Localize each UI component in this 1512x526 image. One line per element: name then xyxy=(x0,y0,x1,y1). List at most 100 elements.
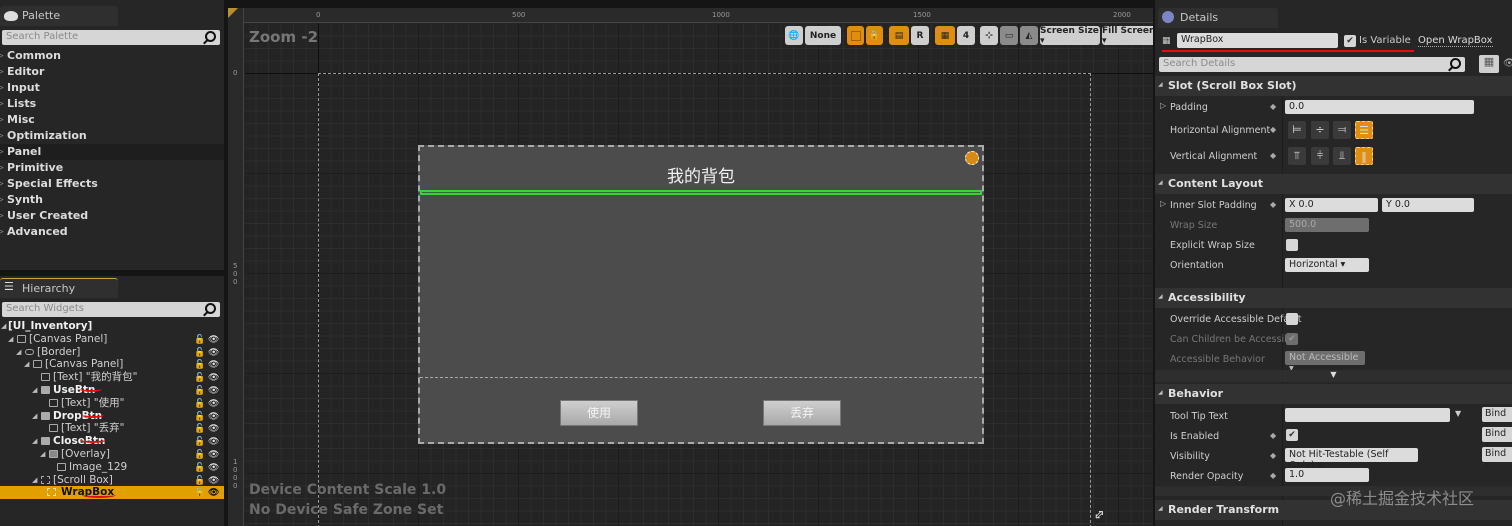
designer-viewport[interactable]: 0 500 1000 1500 2000 0 500 1000 Zoom -2 … xyxy=(228,8,1153,526)
reset-icon[interactable]: ◆ xyxy=(1270,200,1276,209)
palette-category-common[interactable]: Common xyxy=(0,48,224,64)
valign-top-icon[interactable]: ⫪ xyxy=(1288,147,1306,165)
palette-search-input[interactable]: Search Palette xyxy=(2,30,220,45)
visibility-filter-icon[interactable]: 👁 xyxy=(1503,58,1512,69)
palette-category-synth[interactable]: Synth xyxy=(0,192,224,208)
expand-arrow-icon[interactable]: ◢ xyxy=(40,448,45,461)
fit-zoom-icon[interactable]: ⊹ xyxy=(980,26,998,45)
fill-screen-dropdown[interactable]: Fill Screen xyxy=(1102,26,1153,45)
is-enabled-checkbox[interactable]: ✔ xyxy=(1286,429,1298,441)
tree-node-use-btn[interactable]: ◢ UseBtn 🔓 👁 xyxy=(0,384,224,397)
tree-node-drop-btn[interactable]: ◢ DropBtn 🔓 👁 xyxy=(0,410,224,423)
palette-category-optimization[interactable]: Optimization xyxy=(0,128,224,144)
hierarchy-tab[interactable]: ☰ Hierarchy xyxy=(0,278,118,298)
reset-icon[interactable]: ◆ xyxy=(1270,451,1276,460)
hierarchy-search-input[interactable]: Search Widgets xyxy=(2,302,220,317)
inner-slot-padding-x-input[interactable]: X 0.0 xyxy=(1285,198,1378,212)
tree-node-scroll-box[interactable]: ◢ [Scroll Box] 🔓 👁 xyxy=(0,474,224,487)
valign-bottom-icon[interactable]: ⫫ xyxy=(1333,147,1351,165)
localization-preview-dropdown[interactable]: None xyxy=(805,26,841,45)
section-accessibility[interactable]: Accessibility xyxy=(1155,288,1512,308)
palette-category-primitive[interactable]: Primitive xyxy=(0,160,224,176)
section-slot[interactable]: Slot (Scroll Box Slot) xyxy=(1155,76,1512,96)
grid-snap-icon[interactable]: ▦ xyxy=(935,26,955,45)
screen-size-dropdown[interactable]: Screen Size xyxy=(1040,26,1100,45)
tree-node-image[interactable]: Image_129 🔓 👁 xyxy=(0,461,224,474)
tree-node-drop-text[interactable]: [Text] "丢弃" 🔓 👁 xyxy=(0,422,224,435)
palette-category-panel[interactable]: Panel xyxy=(0,144,224,160)
details-search-input[interactable]: Search Details xyxy=(1159,57,1465,72)
padding-input[interactable]: 0.0 xyxy=(1285,100,1474,114)
tree-node-title-text[interactable]: [Text] "我的背包" 🔓 👁 xyxy=(0,371,224,384)
halign-fill-icon[interactable]: ☰ xyxy=(1355,121,1373,139)
palette-category-special-effects[interactable]: Special Effects xyxy=(0,176,224,192)
section-behavior[interactable]: Behavior xyxy=(1155,384,1512,404)
reset-icon[interactable]: ◆ xyxy=(1270,125,1276,134)
tree-node-use-text[interactable]: [Text] "使用" 🔓 👁 xyxy=(0,397,224,410)
palette-category-input[interactable]: Input xyxy=(0,80,224,96)
eye-icon[interactable]: 👁 xyxy=(208,487,219,500)
property-matrix-icon[interactable]: ▦ xyxy=(1479,55,1499,73)
palette-category-misc[interactable]: Misc xyxy=(0,112,224,128)
inventory-widget-preview[interactable]: 我的背包 使用 丢弃 xyxy=(418,145,984,444)
open-wrapbox-link[interactable]: Open WrapBox xyxy=(1418,35,1493,47)
reset-icon[interactable]: ◆ xyxy=(1270,151,1276,160)
grid-snap-value-dropdown[interactable]: 4 xyxy=(957,26,975,45)
inventory-title-text[interactable]: 我的背包 xyxy=(420,162,982,187)
is-enabled-bind-button[interactable]: Bind xyxy=(1482,427,1512,450)
palette-category-lists[interactable]: Lists xyxy=(0,96,224,112)
expand-arrow-icon[interactable]: ◢ xyxy=(32,384,37,397)
valign-center-icon[interactable]: ⫩ xyxy=(1311,147,1329,165)
reset-icon[interactable]: ◆ xyxy=(1270,431,1276,440)
tooltip-dropdown-icon[interactable]: ▼ xyxy=(1455,409,1461,418)
tree-node-close-btn[interactable]: ◢ CloseBtn 🔓 👁 xyxy=(0,435,224,448)
expand-arrow-icon[interactable]: ▷ xyxy=(1160,101,1166,110)
tree-node-inner-canvas-panel[interactable]: ◢ [Canvas Panel] 🔓 👁 xyxy=(0,358,224,371)
expand-advanced-icon[interactable]: ▼ xyxy=(1155,370,1512,382)
halign-center-icon[interactable]: ÷ xyxy=(1311,121,1329,139)
tooltip-text-input[interactable] xyxy=(1285,408,1450,422)
section-content-layout[interactable]: Content Layout xyxy=(1155,174,1512,194)
close-button[interactable] xyxy=(965,151,979,165)
halign-left-icon[interactable]: ⊨ xyxy=(1288,121,1306,139)
tree-node-ui-inventory[interactable]: ◢ [UI_Inventory] xyxy=(0,320,224,333)
override-accessible-default-checkbox[interactable] xyxy=(1286,313,1298,325)
use-button[interactable]: 使用 xyxy=(560,400,638,426)
flip-icon[interactable]: ◭ xyxy=(1020,26,1038,45)
unlock-icon[interactable]: 🔓 xyxy=(194,487,205,500)
explicit-wrap-size-checkbox[interactable] xyxy=(1286,239,1298,251)
wrap-box-selected[interactable] xyxy=(420,190,982,195)
palette-category-advanced[interactable]: Advanced xyxy=(0,224,224,240)
respect-locks-button[interactable]: R xyxy=(911,26,929,45)
expand-arrow-icon[interactable]: ◢ xyxy=(32,435,37,448)
reset-icon[interactable]: ◆ xyxy=(1270,471,1276,480)
valign-fill-icon[interactable]: ‖ xyxy=(1355,147,1373,165)
outline-toggle-icon[interactable] xyxy=(847,26,864,45)
reset-icon[interactable]: ◆ xyxy=(1270,102,1276,111)
visibility-bind-button[interactable]: Bind xyxy=(1482,447,1512,470)
widget-name-input[interactable]: WrapBox xyxy=(1177,33,1338,48)
is-variable-checkbox[interactable]: ✔ xyxy=(1344,35,1356,47)
expand-arrow-icon[interactable]: ◢ xyxy=(24,358,29,371)
expand-arrow-icon[interactable]: ◢ xyxy=(8,333,13,346)
palette-category-editor[interactable]: Editor xyxy=(0,64,224,80)
palette-tab[interactable]: Palette xyxy=(0,6,118,26)
lock-icon[interactable]: 🔒 xyxy=(866,26,883,45)
tooltip-bind-button[interactable]: Bind xyxy=(1482,407,1512,430)
orientation-dropdown[interactable]: Horizontal xyxy=(1285,258,1369,272)
details-tab[interactable]: Details xyxy=(1158,8,1278,28)
expand-arrow-icon[interactable]: ◢ xyxy=(16,346,21,359)
expand-arrow-icon[interactable]: ▷ xyxy=(1160,199,1166,208)
expand-arrow-icon[interactable]: ◢ xyxy=(32,474,37,487)
visibility-dropdown[interactable]: Not Hit-Testable (Self Only) xyxy=(1285,448,1418,471)
render-opacity-input[interactable]: 1.0 xyxy=(1285,468,1369,482)
inner-slot-padding-y-input[interactable]: Y 0.0 xyxy=(1382,198,1474,212)
tree-node-canvas-panel[interactable]: ◢ [Canvas Panel] 🔓 👁 xyxy=(0,333,224,346)
tree-node-border[interactable]: ◢ [Border] 🔓 👁 xyxy=(0,346,224,359)
layout-toggle-icon[interactable]: ▤ xyxy=(889,26,909,45)
globe-icon[interactable]: 🌐 xyxy=(785,26,803,45)
drop-button[interactable]: 丢弃 xyxy=(763,400,841,426)
expand-arrow-icon[interactable]: ◢ xyxy=(32,410,37,423)
tree-node-overlay[interactable]: ◢ [Overlay] 🔓 👁 xyxy=(0,448,224,461)
halign-right-icon[interactable]: ⫤ xyxy=(1333,121,1351,139)
